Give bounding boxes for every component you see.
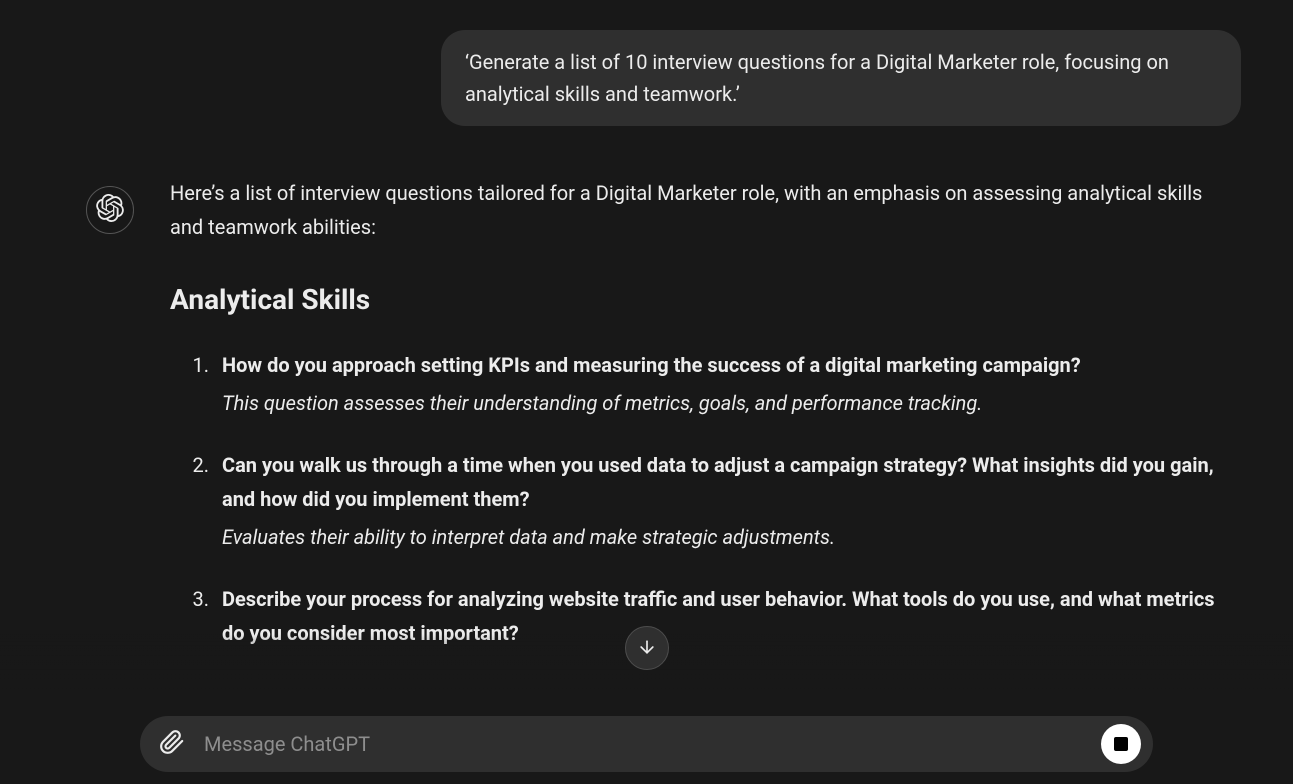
assistant-avatar <box>86 186 134 234</box>
attach-file-button[interactable] <box>156 728 188 760</box>
stop-generation-button[interactable] <box>1101 724 1141 764</box>
list-item: Can you walk us through a time when you … <box>214 448 1236 554</box>
user-message-bubble: ‘Generate a list of 10 interview questio… <box>441 30 1241 126</box>
input-bar <box>140 716 1153 772</box>
assistant-content: Here’s a list of interview questions tai… <box>170 176 1236 678</box>
question-explanation: This question assesses their understandi… <box>222 391 982 415</box>
openai-logo-icon <box>96 194 124 226</box>
question-text: Describe your process for analyzing webs… <box>222 582 1236 650</box>
arrow-down-icon <box>637 637 657 660</box>
list-item: Describe your process for analyzing webs… <box>214 582 1236 650</box>
stop-icon <box>1114 737 1128 751</box>
paperclip-icon <box>159 729 185 759</box>
chat-container: ‘Generate a list of 10 interview questio… <box>0 0 1293 784</box>
scroll-to-bottom-button[interactable] <box>625 626 669 670</box>
user-message-text: ‘Generate a list of 10 interview questio… <box>465 50 1169 106</box>
question-text: Can you walk us through a time when you … <box>222 448 1236 516</box>
question-list: How do you approach setting KPIs and mea… <box>170 348 1236 650</box>
question-text: How do you approach setting KPIs and mea… <box>222 348 1236 382</box>
section-heading-analytical: Analytical Skills <box>170 276 1236 324</box>
question-explanation: Evaluates their ability to interpret dat… <box>222 525 835 549</box>
message-input[interactable] <box>204 732 1085 756</box>
list-item: How do you approach setting KPIs and mea… <box>214 348 1236 420</box>
assistant-message-row: Here’s a list of interview questions tai… <box>0 136 1293 688</box>
assistant-intro-text: Here’s a list of interview questions tai… <box>170 176 1236 244</box>
user-message-row: ‘Generate a list of 10 interview questio… <box>0 20 1293 136</box>
input-bar-wrap <box>0 716 1293 772</box>
